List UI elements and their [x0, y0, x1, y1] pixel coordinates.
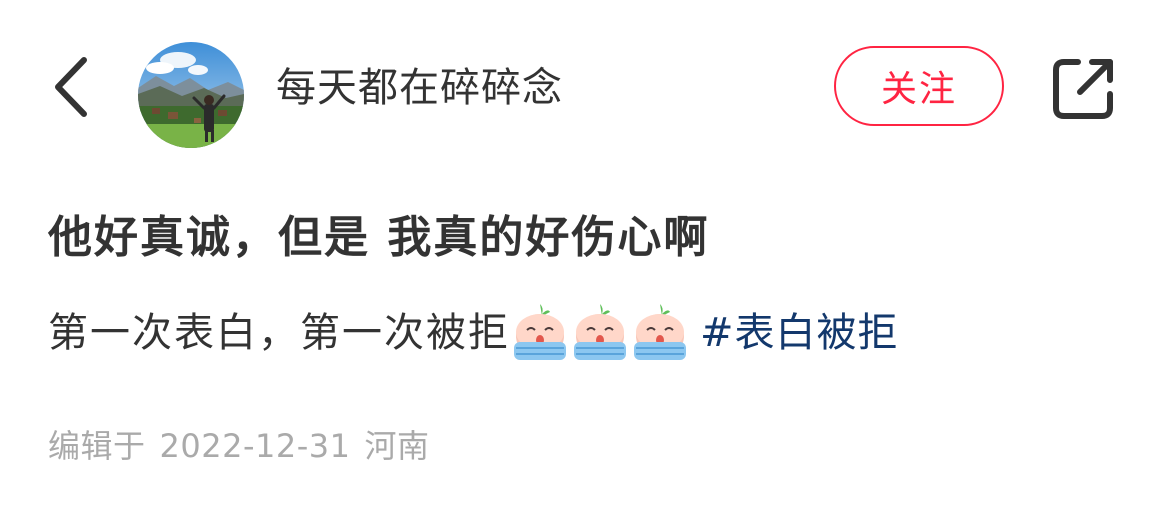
follow-button[interactable]: 关注: [834, 46, 1004, 126]
avatar-image: [138, 42, 244, 148]
back-button[interactable]: [44, 54, 104, 120]
post-location: 河南: [364, 427, 430, 465]
share-external-icon: [1053, 59, 1113, 119]
username[interactable]: 每天都在碎碎念: [276, 62, 563, 114]
post-meta: 编辑于 2022-12-31 河南: [48, 424, 444, 468]
edited-label: 编辑于: [48, 427, 146, 465]
crying-face-emoji: [570, 302, 630, 364]
avatar[interactable]: [138, 42, 244, 148]
crying-face-emoji: [510, 302, 570, 364]
post-date: 2022-12-31: [159, 427, 351, 465]
post-title: 他好真诚，但是 我真的好伤心啊: [48, 212, 710, 263]
share-button[interactable]: [1050, 54, 1118, 122]
post-body-text: 第一次表白，第一次被拒: [48, 310, 510, 356]
chevron-left-icon: [55, 57, 87, 117]
crying-face-emoji: [630, 302, 690, 364]
post-header: 每天都在碎碎念 关注: [0, 0, 1170, 180]
hashtag-link[interactable]: #表白被拒: [700, 300, 899, 366]
post-body: 第一次表白，第一次被拒 #表白被拒: [48, 300, 899, 366]
